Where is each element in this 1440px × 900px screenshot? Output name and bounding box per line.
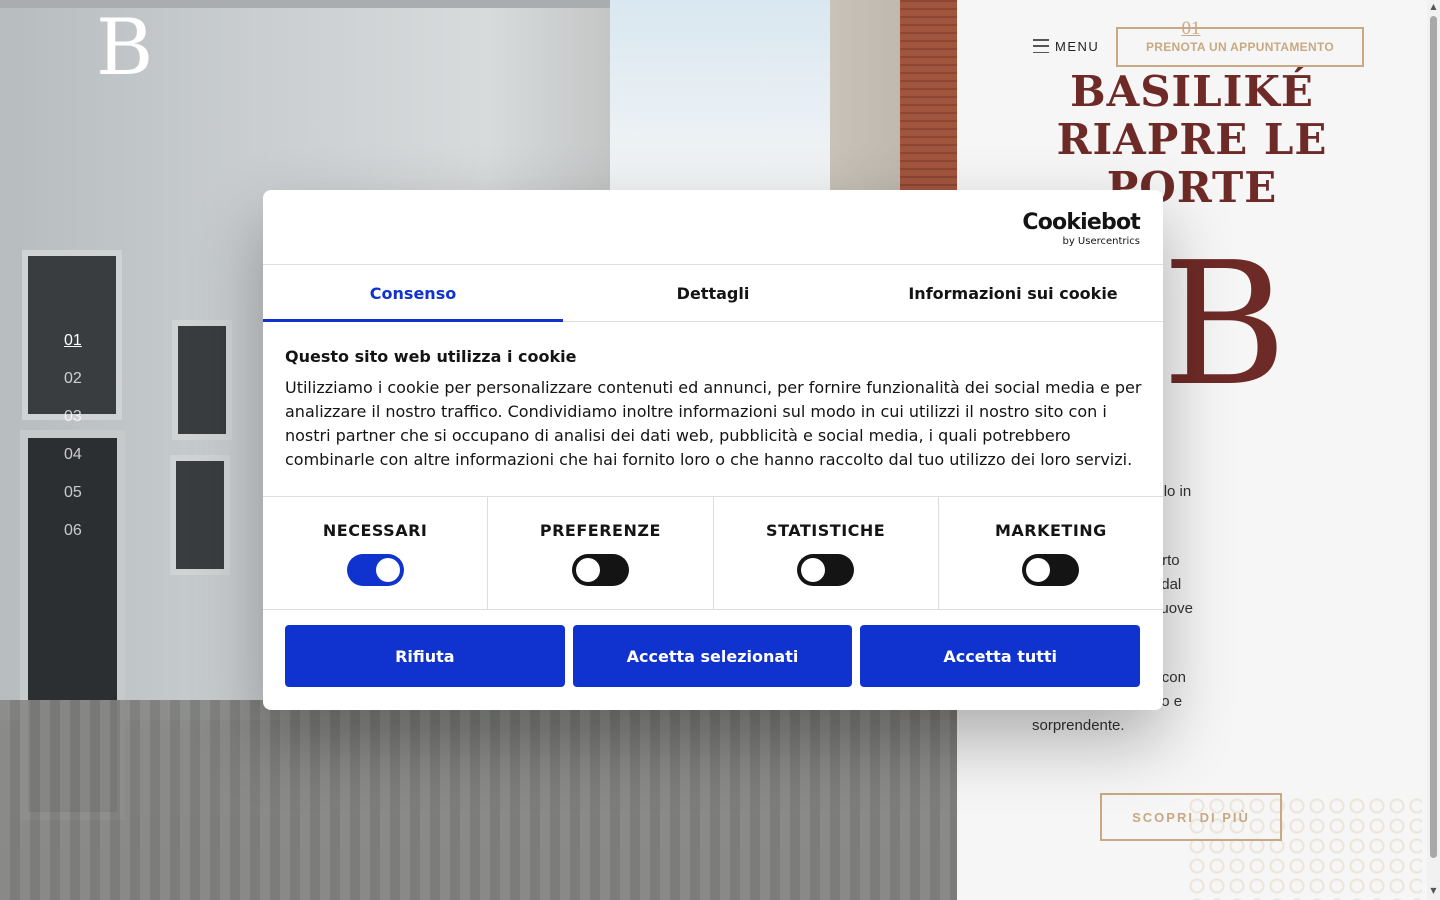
slide-link-4[interactable]: 04 bbox=[64, 446, 104, 484]
toggle-necessary[interactable] bbox=[346, 554, 404, 586]
toggle-preferences[interactable] bbox=[571, 554, 629, 586]
discover-more-button[interactable]: SCOPRI DI PIÙ bbox=[1100, 793, 1282, 841]
slide-navigation: 01 02 03 04 05 06 bbox=[64, 332, 104, 560]
current-slide-number: 01 bbox=[1181, 18, 1201, 39]
slide-link-2[interactable]: 02 bbox=[64, 370, 104, 408]
accept-selected-button[interactable]: Accetta selezionati bbox=[572, 625, 853, 687]
category-label: STATISTICHE bbox=[766, 521, 886, 540]
cookiebot-subbrand: by Usercentrics bbox=[1062, 236, 1140, 247]
building-cornice bbox=[0, 0, 610, 8]
slide-link-3[interactable]: 03 bbox=[64, 408, 104, 446]
menu-button[interactable]: MENU bbox=[1033, 36, 1099, 56]
hamburger-icon bbox=[1033, 39, 1049, 53]
reject-button[interactable]: Rifiuta bbox=[285, 625, 565, 687]
category-necessary: NECESSARI bbox=[263, 497, 489, 609]
dialog-actions: Rifiuta Accetta selezionati Accetta tutt… bbox=[285, 625, 1141, 687]
toggle-statistics[interactable] bbox=[797, 554, 855, 586]
dialog-title: Questo sito web utilizza i cookie bbox=[285, 347, 577, 366]
scrollbar-thumb[interactable] bbox=[1430, 16, 1437, 858]
slide-link-6[interactable]: 06 bbox=[64, 522, 104, 560]
category-statistics: STATISTICHE bbox=[714, 497, 939, 609]
category-marketing: MARKETING bbox=[939, 497, 1163, 609]
category-label: NECESSARI bbox=[322, 521, 428, 540]
scroll-down-icon[interactable]: ▼ bbox=[1429, 886, 1438, 895]
accept-all-button[interactable]: Accetta tutti bbox=[860, 625, 1141, 687]
menu-label: MENU bbox=[1055, 38, 1100, 54]
tab-consent[interactable]: Consenso bbox=[263, 265, 563, 322]
brand-mark: B bbox=[1162, 226, 1287, 424]
cookie-categories: NECESSARI PREFERENZE STATISTICHE MARKETI… bbox=[263, 496, 1163, 610]
cookie-consent-dialog: Cookiebot by Usercentrics Consenso Detta… bbox=[263, 190, 1163, 710]
book-appointment-button[interactable]: PRENOTA UN APPUNTAMENTO bbox=[1116, 27, 1364, 67]
tab-details[interactable]: Dettagli bbox=[563, 265, 863, 321]
cobblestone-street bbox=[0, 700, 957, 900]
cookiebot-brand: Cookiebot bbox=[1022, 210, 1140, 235]
page-scrollbar[interactable]: ▲ ▼ bbox=[1427, 0, 1440, 900]
cookiebot-logo[interactable]: Cookiebot by Usercentrics bbox=[1022, 210, 1140, 247]
consent-tabs: Consenso Dettagli Informazioni sui cooki… bbox=[263, 264, 1163, 322]
toggle-marketing[interactable] bbox=[1022, 554, 1080, 586]
slide-link-1[interactable]: 01 bbox=[64, 332, 104, 370]
scroll-up-icon[interactable]: ▲ bbox=[1429, 2, 1438, 11]
dialog-description: Utilizziamo i cookie per personalizzare … bbox=[285, 378, 1142, 469]
window bbox=[172, 320, 232, 440]
category-label: MARKETING bbox=[994, 521, 1107, 540]
slide-link-5[interactable]: 05 bbox=[64, 484, 104, 522]
tab-about-cookies[interactable]: Informazioni sui cookie bbox=[863, 265, 1163, 321]
category-label: PREFERENZE bbox=[539, 521, 661, 540]
category-preferences: PREFERENZE bbox=[488, 497, 714, 609]
site-logo[interactable]: B bbox=[96, 8, 160, 88]
window bbox=[170, 455, 230, 575]
